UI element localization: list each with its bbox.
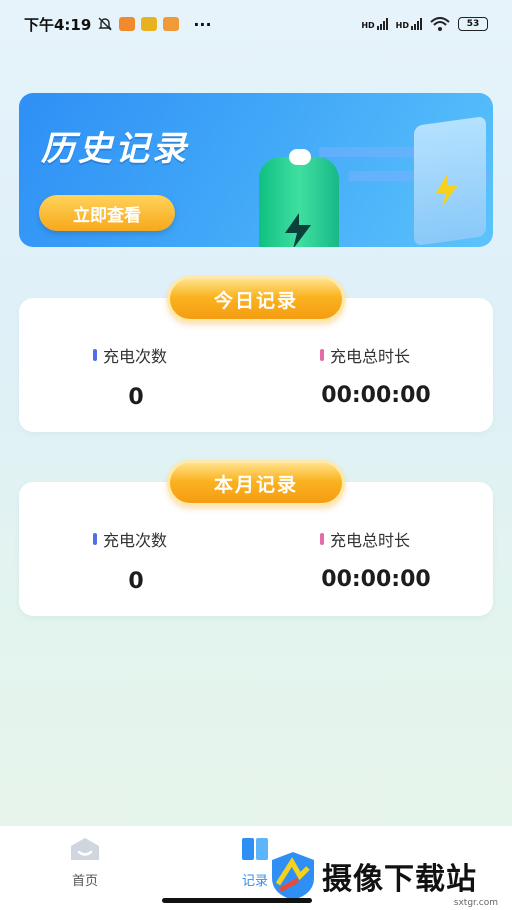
notification-icons: ··· (97, 14, 212, 34)
month-record-tag: 本月记录 (167, 460, 345, 506)
today-count-stat: 充电次数 0 (93, 343, 183, 410)
signal-icon: HD (361, 18, 388, 30)
month-duration-value: 00:00:00 (321, 567, 431, 592)
book-icon (242, 838, 268, 860)
wifi-icon (430, 17, 450, 31)
month-count-stat: 充电次数 0 (93, 527, 183, 594)
history-banner[interactable]: 历史记录 立即查看 (19, 93, 493, 247)
lightning-icon (436, 173, 458, 207)
today-duration-label: 充电总时长 (330, 347, 411, 366)
nav-home-label: 首页 (71, 874, 98, 889)
today-count-label: 充电次数 (103, 347, 168, 366)
signal-icon: HD (396, 18, 422, 30)
month-count-label-row: 充电次数 (93, 527, 183, 551)
status-time: 下午4:19 (24, 15, 92, 34)
hd-label: HD (395, 21, 409, 30)
charge-bolt-icon (285, 213, 311, 247)
home-indicator[interactable] (162, 898, 312, 903)
status-bar: 下午4:19 ··· HD HD 53 (0, 0, 512, 48)
watermark-text: 摄像下载站 (322, 862, 477, 897)
month-duration-label-row: 充电总时长 (320, 527, 432, 551)
home-icon (71, 838, 99, 860)
today-duration-value: 00:00:00 (321, 383, 431, 408)
count-marker (93, 533, 97, 545)
today-count-value: 0 (128, 385, 144, 410)
today-duration-label-row: 充电总时长 (320, 343, 432, 367)
battery-icon: 53 (458, 17, 488, 31)
more-notifications-icon: ··· (193, 14, 212, 34)
duration-marker (320, 533, 324, 545)
hd-label: HD (361, 21, 375, 30)
month-duration-stat: 充电总时长 00:00:00 (320, 527, 432, 592)
banner-title: 历史记录 (41, 129, 189, 169)
mute-bell-icon (98, 17, 113, 31)
app-notification-icon (119, 17, 136, 31)
app-notification-icon (163, 17, 180, 31)
app-notification-icon (141, 17, 158, 31)
watermark-logo-icon (272, 852, 314, 900)
battery-cap-illustration (289, 149, 311, 165)
count-marker (93, 349, 97, 361)
month-count-value: 0 (128, 569, 144, 594)
today-count-label-row: 充电次数 (93, 343, 183, 367)
status-left: 下午4:19 ··· (24, 14, 212, 35)
today-record-tag: 今日记录 (167, 276, 345, 322)
today-duration-stat: 充电总时长 00:00:00 (320, 343, 432, 408)
month-count-label: 充电次数 (103, 531, 168, 550)
watermark-url: sxtgr.com (453, 898, 498, 908)
view-now-button[interactable]: 立即查看 (39, 195, 175, 231)
month-duration-label: 充电总时长 (330, 531, 411, 550)
nav-item-home[interactable]: 首页 (45, 836, 125, 889)
status-right: HD HD 53 (361, 17, 488, 31)
duration-marker (320, 349, 324, 361)
